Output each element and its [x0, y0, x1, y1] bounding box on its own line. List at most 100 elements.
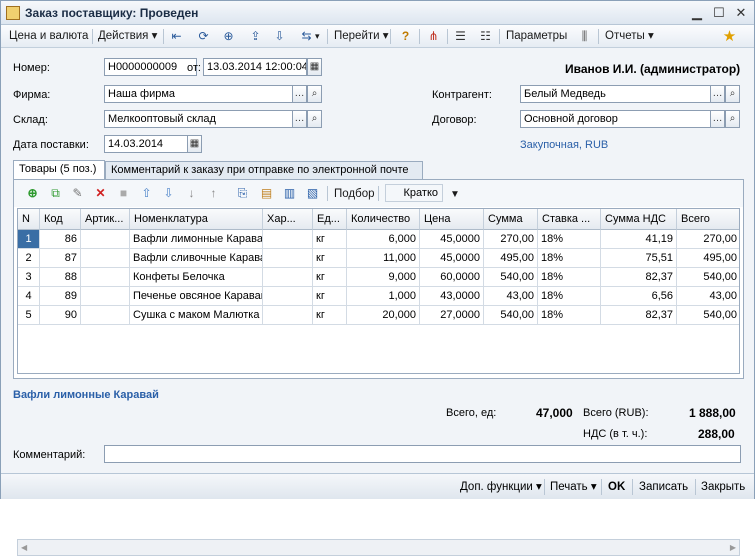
table-cell-col-vat-sum[interactable]: 6,56: [601, 287, 677, 306]
tab-email-comment[interactable]: Комментарий к заказу при отправке по эле…: [105, 161, 423, 179]
firm-select-button[interactable]: …: [292, 85, 307, 103]
maximize-icon[interactable]: ☐: [709, 4, 729, 22]
table-cell-col-n[interactable]: 1: [18, 230, 40, 249]
favorite-star-icon[interactable]: ★: [721, 28, 738, 45]
table-cell-col-vat-rate[interactable]: 18%: [538, 306, 601, 325]
table-cell-col-code[interactable]: 86: [40, 230, 81, 249]
table-cell-col-article[interactable]: [81, 230, 130, 249]
table-cell-col-article[interactable]: [81, 306, 130, 325]
comment-field[interactable]: [104, 445, 741, 463]
column-header-col-code[interactable]: Код: [40, 209, 81, 230]
contract-open-icon[interactable]: ⌕: [725, 110, 740, 128]
sort-desc-icon[interactable]: ↑: [205, 185, 222, 202]
table-cell-col-price[interactable]: 27,0000: [420, 306, 484, 325]
structure-icon[interactable]: ⋔: [425, 28, 442, 45]
reports-menu[interactable]: Отчеты ▾: [605, 28, 654, 45]
end-edit-icon[interactable]: ■: [115, 185, 132, 202]
contract-field[interactable]: Основной договор: [520, 110, 711, 128]
table-cell-col-n[interactable]: 2: [18, 249, 40, 268]
table-cell-col-article[interactable]: [81, 249, 130, 268]
table-cell-col-item[interactable]: Конфеты Белочка: [130, 268, 263, 287]
column-header-col-char[interactable]: Хар...: [263, 209, 313, 230]
move-up-icon[interactable]: ⇧: [138, 185, 155, 202]
table-cell-col-char[interactable]: [263, 287, 313, 306]
warehouse-field[interactable]: Мелкооптовый склад: [104, 110, 293, 128]
table-cell-col-qty[interactable]: 1,000: [347, 287, 420, 306]
scroll-left-icon[interactable]: ◀: [21, 543, 27, 552]
paste-icon[interactable]: ▤: [258, 185, 275, 202]
table-cell-col-sum[interactable]: 540,00: [484, 268, 538, 287]
price-currency-button[interactable]: Цена и валюта: [9, 28, 88, 45]
delivery-date-field[interactable]: 14.03.2014: [104, 135, 188, 153]
parameters-button[interactable]: Параметры: [506, 28, 567, 45]
contract-select-button[interactable]: …: [710, 110, 725, 128]
price-type-link[interactable]: Закупочная, RUB: [520, 139, 608, 151]
table-cell-col-n[interactable]: 5: [18, 306, 40, 325]
help-icon[interactable]: ?: [397, 28, 414, 45]
post-icon[interactable]: ⇤: [168, 28, 185, 45]
table-cell-col-sum[interactable]: 270,00: [484, 230, 538, 249]
close-button[interactable]: Закрыть: [701, 479, 745, 496]
add-row-icon[interactable]: ⊕: [24, 185, 41, 202]
goto-menu[interactable]: Перейти ▾: [334, 28, 389, 45]
delete-row-icon[interactable]: ✕: [92, 185, 109, 202]
table-cell-col-code[interactable]: 87: [40, 249, 81, 268]
view-mode-field[interactable]: Кратко: [385, 184, 443, 202]
firm-open-icon[interactable]: ⌕: [307, 85, 322, 103]
fill-down-icon[interactable]: ▧: [304, 185, 321, 202]
ok-button[interactable]: OK: [608, 479, 625, 496]
table-cell-col-n[interactable]: 3: [18, 268, 40, 287]
table-cell-col-unit[interactable]: кг: [313, 249, 347, 268]
print-menu[interactable]: Печать ▾: [550, 479, 597, 496]
table-cell-col-code[interactable]: 89: [40, 287, 81, 306]
table-cell-col-total[interactable]: 43,00: [677, 287, 739, 306]
table-cell-col-qty[interactable]: 6,000: [347, 230, 420, 249]
columns-icon[interactable]: ⫼: [576, 28, 593, 45]
copy-doc-icon[interactable]: ⊕: [220, 28, 237, 45]
minimize-icon[interactable]: ▁: [687, 4, 707, 22]
table-cell-col-article[interactable]: [81, 287, 130, 306]
table-cell-col-code[interactable]: 90: [40, 306, 81, 325]
edit-row-icon[interactable]: ✎: [69, 185, 86, 202]
export-icon[interactable]: ⇪: [247, 28, 264, 45]
table-cell-col-vat-sum[interactable]: 41,19: [601, 230, 677, 249]
table-cell-col-char[interactable]: [263, 306, 313, 325]
calendar-icon[interactable]: ▦: [307, 58, 322, 76]
refresh-icon[interactable]: ⟳: [195, 28, 212, 45]
column-header-col-article[interactable]: Артик...: [81, 209, 130, 230]
table-cell-col-qty[interactable]: 9,000: [347, 268, 420, 287]
table-cell-col-sum[interactable]: 540,00: [484, 306, 538, 325]
delivery-calendar-icon[interactable]: ▦: [187, 135, 202, 153]
view-mode-dropdown-icon[interactable]: ▼: [450, 186, 460, 203]
selection-button[interactable]: Подбор: [334, 186, 375, 203]
move-icon[interactable]: ⇆: [298, 28, 315, 45]
table-cell-col-price[interactable]: 43,0000: [420, 287, 484, 306]
number-field[interactable]: Н0000000009: [104, 58, 197, 76]
table-cell-col-n[interactable]: 4: [18, 287, 40, 306]
table-cell-col-vat-rate[interactable]: 18%: [538, 268, 601, 287]
copy-row-icon[interactable]: ⧉: [47, 185, 64, 202]
warehouse-select-button[interactable]: …: [292, 110, 307, 128]
column-header-col-vat-rate[interactable]: Ставка ...: [538, 209, 601, 230]
table-cell-col-item[interactable]: Сушка с маком Малютка: [130, 306, 263, 325]
table-cell-col-price[interactable]: 60,0000: [420, 268, 484, 287]
scroll-right-icon[interactable]: ▶: [730, 543, 736, 552]
table-cell-col-vat-rate[interactable]: 18%: [538, 230, 601, 249]
table-cell-col-unit[interactable]: кг: [313, 287, 347, 306]
copy-icon[interactable]: ⎘: [234, 185, 251, 202]
table-cell-col-vat-sum[interactable]: 82,37: [601, 306, 677, 325]
counterparty-field[interactable]: Белый Медведь: [520, 85, 711, 103]
import-icon[interactable]: ⇩: [271, 28, 288, 45]
table-cell-col-char[interactable]: [263, 268, 313, 287]
table-cell-col-unit[interactable]: кг: [313, 306, 347, 325]
table-cell-col-vat-sum[interactable]: 82,37: [601, 268, 677, 287]
column-header-col-sum[interactable]: Сумма: [484, 209, 538, 230]
table-cell-col-item[interactable]: Вафли сливочные Каравай: [130, 249, 263, 268]
table-cell-col-sum[interactable]: 495,00: [484, 249, 538, 268]
table-cell-col-price[interactable]: 45,0000: [420, 230, 484, 249]
table-cell-col-vat-sum[interactable]: 75,51: [601, 249, 677, 268]
counterparty-open-icon[interactable]: ⌕: [725, 85, 740, 103]
actions-menu[interactable]: Действия ▾: [98, 28, 157, 45]
move-dropdown-icon[interactable]: ▾: [315, 28, 320, 45]
sort-asc-icon[interactable]: ↓: [183, 185, 200, 202]
